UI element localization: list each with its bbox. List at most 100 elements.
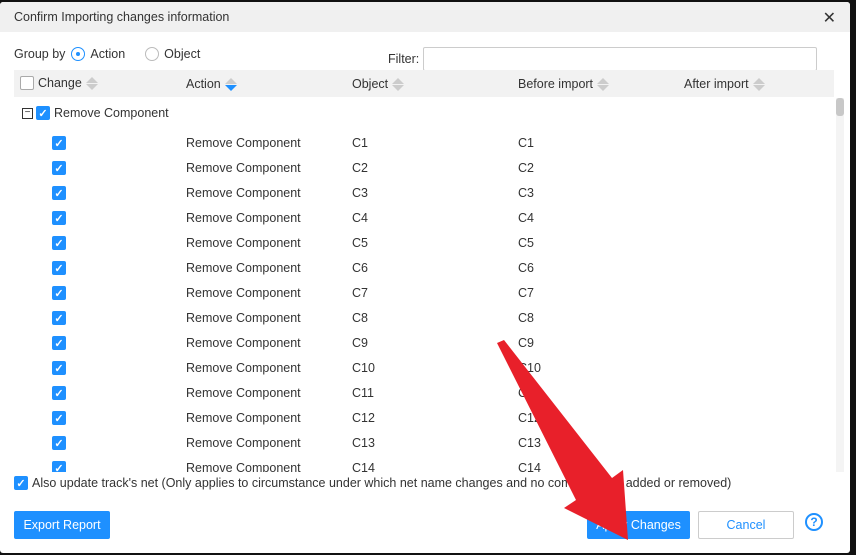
column-after-header[interactable]: After import <box>684 77 765 91</box>
radio-object-label[interactable]: Object <box>164 47 200 61</box>
row-object: C8 <box>352 311 368 325</box>
column-object[interactable]: Object <box>352 77 388 91</box>
row-object: C14 <box>352 461 375 472</box>
also-update-option[interactable]: ✓ Also update track's net (Only applies … <box>14 476 731 490</box>
row-object: C11 <box>352 386 375 400</box>
row-checkbox[interactable]: ✓ <box>52 236 66 250</box>
row-action: Remove Component <box>186 311 301 325</box>
column-before-header[interactable]: Before import <box>518 77 610 91</box>
row-object: C2 <box>352 161 368 175</box>
export-report-button[interactable]: Export Report <box>14 511 110 539</box>
table-row[interactable]: ✓ Remove Component C6 C6 <box>14 256 832 281</box>
column-change[interactable]: Change <box>38 76 82 90</box>
row-object: C1 <box>352 136 368 150</box>
table-row[interactable]: ✓ Remove Component C12 C12 <box>14 406 832 431</box>
group-by: Group by Action Object <box>14 47 200 61</box>
group-checkbox[interactable]: ✓ <box>36 106 50 120</box>
filter-label: Filter: <box>388 52 420 66</box>
row-before: C14 <box>518 461 541 472</box>
row-action: Remove Component <box>186 286 301 300</box>
row-checkbox[interactable]: ✓ <box>52 211 66 225</box>
table-row[interactable]: ✓ Remove Component C9 C9 <box>14 331 832 356</box>
also-update-checkbox[interactable]: ✓ <box>14 476 28 490</box>
row-action: Remove Component <box>186 411 301 425</box>
table-row[interactable]: ✓ Remove Component C4 C4 <box>14 206 832 231</box>
help-icon[interactable]: ? <box>805 513 823 531</box>
collapse-icon[interactable]: − <box>22 107 33 119</box>
sort-icon[interactable] <box>392 77 405 91</box>
row-before: C11 <box>518 386 541 400</box>
row-action: Remove Component <box>186 361 301 375</box>
column-action[interactable]: Action <box>186 77 221 91</box>
filter-input[interactable] <box>423 47 817 71</box>
sort-icon[interactable] <box>597 77 610 91</box>
row-checkbox[interactable]: ✓ <box>52 286 66 300</box>
row-action: Remove Component <box>186 461 301 472</box>
scrollbar[interactable] <box>836 98 844 472</box>
row-checkbox[interactable]: ✓ <box>52 311 66 325</box>
row-before: C10 <box>518 361 541 375</box>
column-action-header[interactable]: Action <box>186 77 237 91</box>
row-checkbox[interactable]: ✓ <box>52 411 66 425</box>
confirm-import-dialog: Confirm Importing changes information ✕ … <box>0 2 850 553</box>
row-action: Remove Component <box>186 161 301 175</box>
table-row[interactable]: ✓ Remove Component C3 C3 <box>14 181 832 206</box>
table-row[interactable]: ✓ Remove Component C1 C1 <box>14 131 832 156</box>
row-action: Remove Component <box>186 436 301 450</box>
row-checkbox[interactable]: ✓ <box>52 136 66 150</box>
column-after[interactable]: After import <box>684 77 749 91</box>
group-by-label: Group by <box>14 47 66 61</box>
apply-changes-button[interactable]: Apply Changes <box>587 511 690 539</box>
row-checkbox[interactable]: ✓ <box>52 361 66 375</box>
table-row[interactable]: ✓ Remove Component C5 C5 <box>14 231 832 256</box>
row-before: C1 <box>518 136 534 150</box>
sort-icon[interactable] <box>752 77 765 91</box>
row-object: C9 <box>352 336 368 350</box>
row-before: C2 <box>518 161 534 175</box>
group-row: − ✓ Remove Component <box>22 106 169 120</box>
row-object: C4 <box>352 211 368 225</box>
also-update-label: Also update track's net (Only applies to… <box>32 476 732 490</box>
scrollbar-thumb[interactable] <box>836 98 844 116</box>
row-object: C10 <box>352 361 375 375</box>
radio-object[interactable] <box>145 47 160 61</box>
table-row[interactable]: ✓ Remove Component C8 C8 <box>14 306 832 331</box>
row-checkbox[interactable]: ✓ <box>52 436 66 450</box>
row-action: Remove Component <box>186 386 301 400</box>
row-before: C3 <box>518 186 534 200</box>
row-before: C9 <box>518 336 534 350</box>
sort-descending-icon[interactable] <box>224 77 237 91</box>
row-action: Remove Component <box>186 211 301 225</box>
table-row[interactable]: ✓ Remove Component C14 C14 <box>14 456 832 472</box>
table-row[interactable]: ✓ Remove Component C13 C13 <box>14 431 832 456</box>
row-object: C13 <box>352 436 375 450</box>
select-all-column[interactable]: Change <box>20 76 98 90</box>
row-checkbox[interactable]: ✓ <box>52 386 66 400</box>
table-row[interactable]: ✓ Remove Component C10 C10 <box>14 356 832 381</box>
group-label: Remove Component <box>54 106 169 120</box>
row-before: C7 <box>518 286 534 300</box>
row-object: C3 <box>352 186 368 200</box>
column-object-header[interactable]: Object <box>352 77 405 91</box>
close-icon[interactable]: ✕ <box>823 8 836 28</box>
row-object: C7 <box>352 286 368 300</box>
table-row[interactable]: ✓ Remove Component C2 C2 <box>14 156 832 181</box>
sort-icon[interactable] <box>85 76 98 90</box>
row-before: C5 <box>518 236 534 250</box>
table-row[interactable]: ✓ Remove Component C7 C7 <box>14 281 832 306</box>
row-action: Remove Component <box>186 236 301 250</box>
row-checkbox[interactable]: ✓ <box>52 261 66 275</box>
table-row[interactable]: ✓ Remove Component C11 C11 <box>14 381 832 406</box>
row-checkbox[interactable]: ✓ <box>52 186 66 200</box>
row-checkbox[interactable]: ✓ <box>52 161 66 175</box>
table-body: − ✓ Remove Component ✓ Remove Component … <box>14 98 832 472</box>
cancel-button[interactable]: Cancel <box>698 511 794 539</box>
row-action: Remove Component <box>186 136 301 150</box>
radio-action[interactable] <box>71 47 86 61</box>
row-checkbox[interactable]: ✓ <box>52 336 66 350</box>
row-checkbox[interactable]: ✓ <box>52 461 66 472</box>
select-all-checkbox[interactable] <box>20 76 34 90</box>
radio-action-label[interactable]: Action <box>90 47 125 61</box>
row-object: C12 <box>352 411 375 425</box>
column-before[interactable]: Before import <box>518 77 593 91</box>
